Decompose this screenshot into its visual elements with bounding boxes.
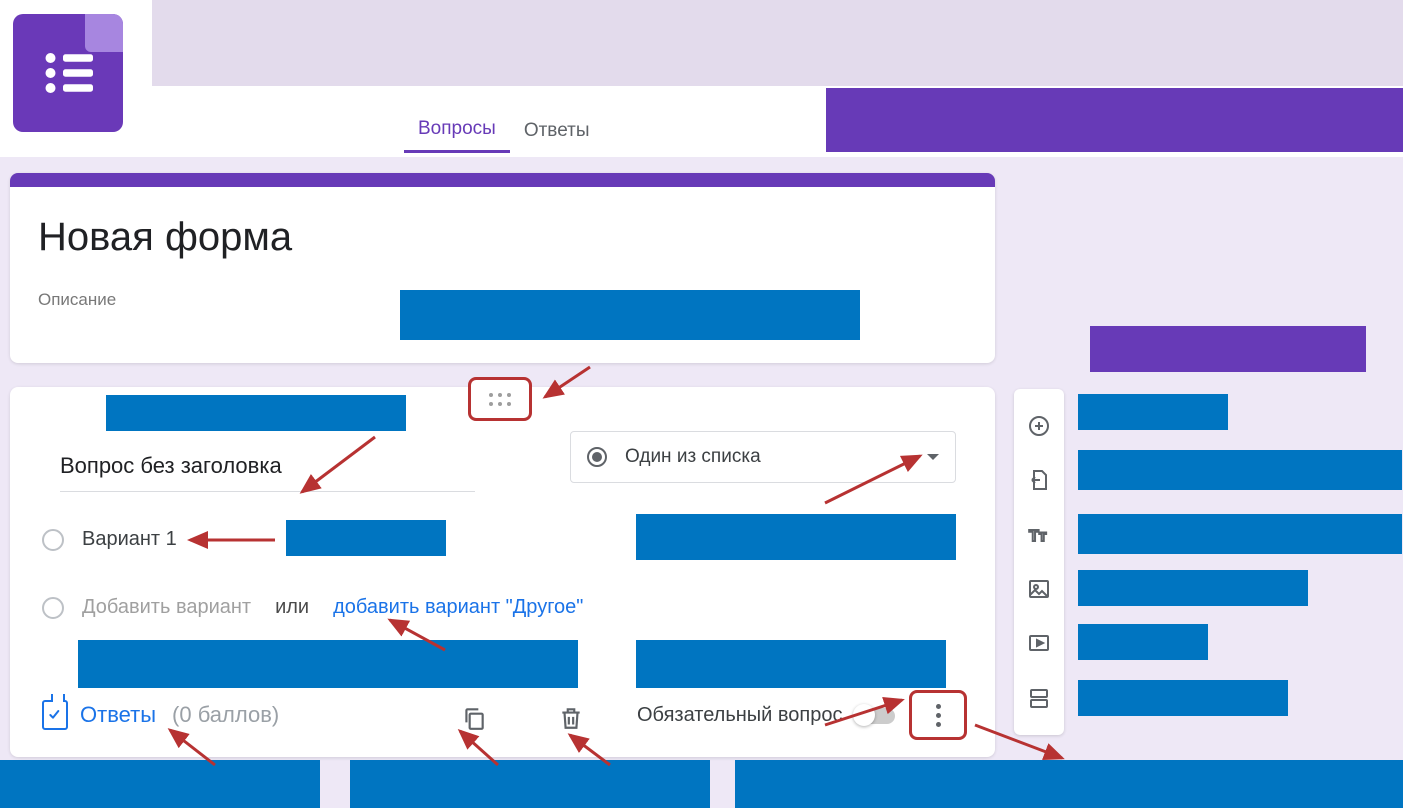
more-menu-highlight[interactable] xyxy=(909,690,967,740)
required-toggle[interactable] xyxy=(855,708,895,724)
blue-callout xyxy=(106,395,406,431)
purple-callout xyxy=(1090,326,1366,372)
or-text: или xyxy=(275,596,309,619)
drag-handle-icon xyxy=(489,393,511,406)
top-header-bar xyxy=(152,0,1403,86)
add-section-button[interactable] xyxy=(1024,683,1054,713)
points-label: (0 баллов) xyxy=(172,702,279,728)
tab-questions[interactable]: Вопросы xyxy=(404,108,510,153)
add-option-button[interactable]: Добавить вариант xyxy=(82,596,251,619)
answers-key-button[interactable]: Ответы xyxy=(42,700,156,730)
option-radio-icon xyxy=(42,597,64,619)
blue-callout xyxy=(1078,514,1402,554)
tabs-row: Вопросы Ответы xyxy=(404,108,603,153)
question-title-input[interactable]: Вопрос без заголовка xyxy=(60,453,475,492)
blue-callout xyxy=(1078,570,1308,606)
google-forms-logo xyxy=(13,14,123,132)
import-questions-button[interactable] xyxy=(1024,465,1054,495)
blue-callout xyxy=(1078,680,1288,716)
required-label: Обязательный вопрос xyxy=(637,704,843,727)
delete-button[interactable] xyxy=(557,704,585,732)
blue-callout xyxy=(400,290,860,340)
more-icon xyxy=(936,704,941,727)
blue-callout xyxy=(78,640,578,688)
option-row-1: Вариант 1 xyxy=(42,528,177,551)
drag-handle-highlight[interactable] xyxy=(468,377,532,421)
blue-callout xyxy=(1078,394,1228,430)
add-option-row: Добавить вариант или добавить вариант "Д… xyxy=(42,596,583,619)
tab-answers[interactable]: Ответы xyxy=(510,110,604,152)
add-other-button[interactable]: добавить вариант "Другое" xyxy=(333,596,583,619)
clipboard-check-icon xyxy=(42,700,68,730)
blue-callout xyxy=(1078,624,1208,660)
add-image-button[interactable] xyxy=(1024,574,1054,604)
option-radio-icon xyxy=(42,529,64,551)
required-row: Обязательный вопрос xyxy=(637,704,895,727)
blue-callout xyxy=(636,514,956,560)
question-type-selector[interactable]: Один из списка xyxy=(570,431,956,483)
blue-callout xyxy=(636,640,946,688)
blue-callout xyxy=(350,760,710,808)
add-video-button[interactable] xyxy=(1024,628,1054,658)
add-title-button[interactable]: Tт xyxy=(1024,520,1054,550)
answers-label: Ответы xyxy=(80,702,156,728)
blue-callout xyxy=(286,520,446,556)
blue-callout xyxy=(1078,450,1402,490)
purple-banner xyxy=(826,88,1403,152)
right-toolbar: Tт xyxy=(1014,389,1064,735)
radio-icon xyxy=(587,447,607,467)
duplicate-button[interactable] xyxy=(460,704,488,732)
add-question-button[interactable] xyxy=(1024,411,1054,441)
blue-callout xyxy=(735,760,1403,808)
form-title[interactable]: Новая форма xyxy=(38,215,967,260)
option-1-text[interactable]: Вариант 1 xyxy=(82,528,177,551)
svg-text:Tт: Tт xyxy=(1029,528,1047,545)
chevron-down-icon xyxy=(927,454,939,460)
question-type-label: Один из списка xyxy=(625,446,927,468)
blue-callout xyxy=(0,760,320,808)
